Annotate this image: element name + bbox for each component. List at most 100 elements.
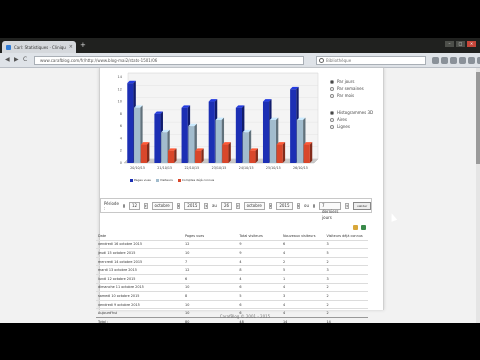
radio-lignes[interactable] bbox=[330, 124, 334, 129]
table-cell: jeudi 15 octobre 2015 bbox=[96, 248, 184, 258]
from-day-arrow-icon[interactable]: ▾ bbox=[144, 202, 148, 209]
table-cell: 8 bbox=[237, 265, 281, 275]
to-day-arrow-icon[interactable]: ▾ bbox=[236, 202, 240, 209]
table-cell: 3 bbox=[280, 291, 325, 301]
display-options: Histogrammes 3D Aires Lignes bbox=[330, 109, 373, 130]
bar bbox=[215, 120, 222, 163]
radio-date-range[interactable] bbox=[122, 203, 125, 208]
to-month-select[interactable]: octobre bbox=[243, 201, 265, 210]
option-histogrammes[interactable]: Histogrammes 3D bbox=[330, 109, 373, 116]
y-tick-label: 6 bbox=[120, 124, 122, 128]
bar bbox=[296, 120, 304, 163]
label-aires: Aires bbox=[337, 117, 347, 122]
to-month-arrow-icon[interactable]: ▾ bbox=[268, 202, 273, 209]
maximize-button[interactable]: □ bbox=[456, 41, 465, 47]
table-row: samedi 10 octobre 2015 8 5 3 2 bbox=[96, 291, 368, 301]
table-cell: 2 bbox=[324, 256, 368, 266]
to-day-select[interactable]: 26 bbox=[220, 201, 233, 210]
bar bbox=[303, 144, 310, 163]
bar bbox=[242, 132, 249, 163]
table-cell: 4 bbox=[237, 256, 281, 266]
browser-tab[interactable]: Carl: Statistiques · Clinique × bbox=[2, 41, 76, 53]
scrollbar-thumb[interactable] bbox=[476, 72, 480, 164]
last-days-select[interactable]: 7 derniers jours bbox=[319, 201, 342, 220]
to-year-select[interactable]: 2015 bbox=[276, 201, 293, 210]
reload-button[interactable]: C bbox=[23, 57, 27, 63]
tab-close-icon[interactable]: × bbox=[69, 44, 73, 50]
bar bbox=[249, 150, 256, 163]
y-tick-label: 0 bbox=[120, 161, 122, 165]
table-cell: samedi 10 octobre 2015 bbox=[96, 291, 184, 301]
table-row: dimanche 11 octobre 2015 10 6 4 2 bbox=[96, 282, 368, 292]
downloads-icon[interactable] bbox=[441, 57, 448, 64]
label-lignes: Lignes bbox=[337, 124, 350, 129]
back-button[interactable]: ◀ bbox=[5, 57, 10, 63]
menu-icon[interactable] bbox=[459, 57, 466, 64]
option-par-jours[interactable]: Par jours bbox=[330, 78, 364, 85]
table-cell: 10 bbox=[183, 282, 238, 292]
table-row: mardi 13 octobre 2015 12 8 5 3 bbox=[96, 265, 368, 275]
validate-button[interactable]: valider bbox=[352, 201, 372, 210]
last-days-arrow-icon[interactable]: ▾ bbox=[345, 202, 349, 209]
table-cell: 7 bbox=[183, 256, 238, 266]
table-cell: 1 bbox=[280, 273, 325, 284]
from-year-select[interactable]: 2015 bbox=[184, 201, 201, 210]
minimize-button[interactable]: – bbox=[445, 41, 454, 47]
search-box[interactable]: Bibliothèque bbox=[316, 56, 426, 65]
option-par-semaines[interactable]: Par semaines bbox=[330, 85, 364, 92]
table-cell: 9 bbox=[237, 239, 281, 249]
new-tab-button[interactable]: + bbox=[80, 42, 86, 49]
from-month-arrow-icon[interactable]: ▾ bbox=[176, 202, 181, 209]
excel-export-icon[interactable] bbox=[361, 225, 366, 230]
from-day-select[interactable]: 12 bbox=[128, 201, 141, 210]
print-icon[interactable] bbox=[353, 225, 358, 230]
browser-window: Carl: Statistiques · Clinique × + – □ ✕ … bbox=[0, 38, 480, 323]
radio-par-semaines[interactable] bbox=[330, 86, 334, 91]
to-label: au bbox=[211, 203, 217, 208]
home-icon[interactable] bbox=[450, 57, 457, 64]
stats-table: Date Pages vues Total visiteurs Nouveaux vi… bbox=[96, 232, 368, 323]
table-cell: dimanche 11 octobre 2015 bbox=[96, 282, 184, 292]
from-month-select[interactable]: octobre bbox=[151, 201, 173, 210]
export-icons bbox=[353, 225, 366, 230]
tab-title: Carl: Statistiques · Clinique bbox=[14, 44, 66, 50]
table-cell: 14 bbox=[324, 316, 368, 323]
radio-par-mois[interactable] bbox=[330, 93, 334, 98]
table-cell: 2 bbox=[324, 299, 368, 309]
option-aires[interactable]: Aires bbox=[330, 116, 373, 123]
bar bbox=[154, 113, 161, 163]
option-lignes[interactable]: Lignes bbox=[330, 123, 373, 130]
table-cell: 6 bbox=[237, 299, 281, 309]
bar bbox=[195, 150, 202, 163]
table-cell: 6 bbox=[183, 273, 238, 284]
extension-icon[interactable] bbox=[468, 57, 475, 64]
table-cell: 2 bbox=[324, 291, 368, 301]
close-window-button[interactable]: ✕ bbox=[467, 41, 476, 47]
bar-side bbox=[228, 142, 231, 163]
label-histogrammes: Histogrammes 3D bbox=[337, 110, 374, 115]
forward-button[interactable]: ▶ bbox=[14, 57, 19, 63]
radio-aires[interactable] bbox=[330, 117, 334, 122]
y-tick-label: 12 bbox=[118, 87, 122, 91]
to-year-arrow-icon[interactable]: ▾ bbox=[296, 202, 301, 209]
table-cell: Total visiteurs bbox=[239, 233, 263, 238]
window-controls: – □ ✕ bbox=[445, 41, 476, 47]
toolbar-icons bbox=[432, 57, 480, 64]
x-tick-label: 21/10/15 bbox=[157, 166, 172, 170]
option-par-mois[interactable]: Par mois bbox=[330, 92, 364, 99]
label-par-jours: Par jours bbox=[337, 79, 355, 84]
from-year-arrow-icon[interactable]: ▾ bbox=[204, 202, 208, 209]
table-cell: mercredi 14 octobre 2015 bbox=[96, 256, 184, 266]
page-scrollbar[interactable] bbox=[476, 68, 480, 323]
radio-last-days[interactable] bbox=[313, 203, 316, 208]
bookmark-icon[interactable] bbox=[432, 57, 439, 64]
radio-par-jours[interactable] bbox=[330, 79, 334, 84]
bar-side bbox=[255, 148, 258, 163]
address-bar[interactable]: www.carafblog.com/fr/http://www.blog-mai… bbox=[34, 56, 304, 65]
x-tick-label: 25/10/15 bbox=[266, 166, 281, 170]
radio-histogrammes[interactable] bbox=[330, 110, 334, 115]
visits-bar-chart: 0 2 4 6 8 10 12 14 20/10/15 21/10/15 22/10/15 23/10… bbox=[118, 72, 319, 170]
table-cell: 4 bbox=[280, 282, 325, 292]
table-cell: 5 bbox=[324, 248, 368, 258]
or-label: ou bbox=[304, 203, 310, 208]
